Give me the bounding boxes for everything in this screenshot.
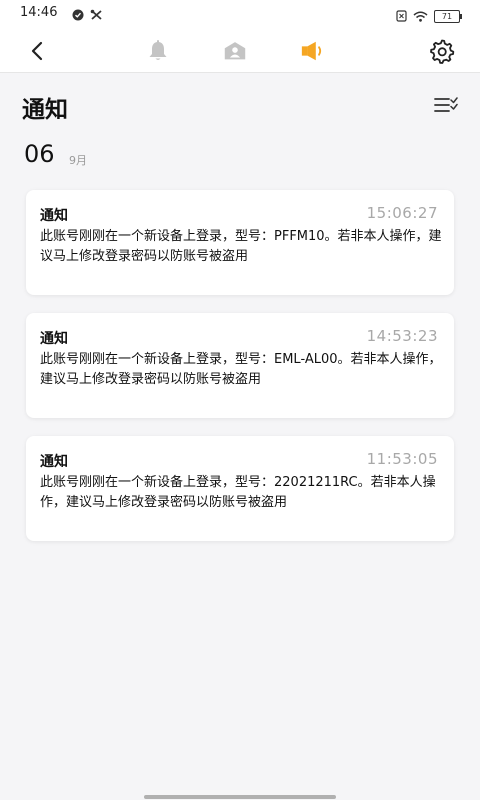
top-navigation bbox=[0, 28, 480, 73]
wifi-icon bbox=[413, 7, 428, 26]
notification-title: 通知 bbox=[40, 208, 68, 224]
status-right-icons: 71 bbox=[396, 7, 462, 26]
list-filter-icon[interactable] bbox=[434, 96, 458, 114]
notification-card[interactable]: 通知 11:53:05 此账号刚刚在一个新设备上登录，型号：22021211RC… bbox=[26, 436, 454, 541]
notification-title: 通知 bbox=[40, 454, 68, 470]
notification-card[interactable]: 通知 15:06:27 此账号刚刚在一个新设备上登录，型号：PFFM10。若非本… bbox=[26, 190, 454, 295]
contact-card-icon[interactable] bbox=[222, 38, 248, 64]
status-left-icons bbox=[72, 6, 103, 25]
tools-icon bbox=[90, 6, 103, 25]
status-bar: 14:46 71 bbox=[0, 0, 480, 28]
notification-card[interactable]: 通知 14:53:23 此账号刚刚在一个新设备上登录，型号：EML-AL00。若… bbox=[26, 313, 454, 418]
notification-time: 11:53:05 bbox=[366, 450, 438, 468]
notification-time: 15:06:27 bbox=[366, 204, 438, 222]
date-month: 9月 bbox=[69, 154, 87, 167]
notification-body: 此账号刚刚在一个新设备上登录，型号：PFFM10。若非本人操作，建议马上修改登录… bbox=[40, 229, 442, 264]
bell-icon[interactable] bbox=[145, 38, 171, 64]
back-arrow-icon[interactable] bbox=[24, 38, 50, 64]
gear-icon[interactable] bbox=[429, 38, 455, 64]
notification-title: 通知 bbox=[40, 331, 68, 347]
notification-time: 14:53:23 bbox=[366, 327, 438, 345]
page-title: 通知 bbox=[22, 97, 68, 123]
sim-icon bbox=[396, 7, 407, 26]
date-day: 06 bbox=[24, 140, 55, 168]
notification-body: 此账号刚刚在一个新设备上登录，型号：EML-AL00。若非本人操作，建议马上修改… bbox=[40, 352, 442, 387]
notification-body: 此账号刚刚在一个新设备上登录，型号：22021211RC。若非本人操作，建议马上… bbox=[40, 475, 436, 510]
battery-icon: 71 bbox=[434, 10, 462, 23]
status-time: 14:46 bbox=[20, 5, 58, 20]
speaker-icon[interactable] bbox=[300, 38, 326, 64]
notification-badge-icon bbox=[72, 6, 84, 25]
home-indicator[interactable] bbox=[144, 795, 336, 799]
